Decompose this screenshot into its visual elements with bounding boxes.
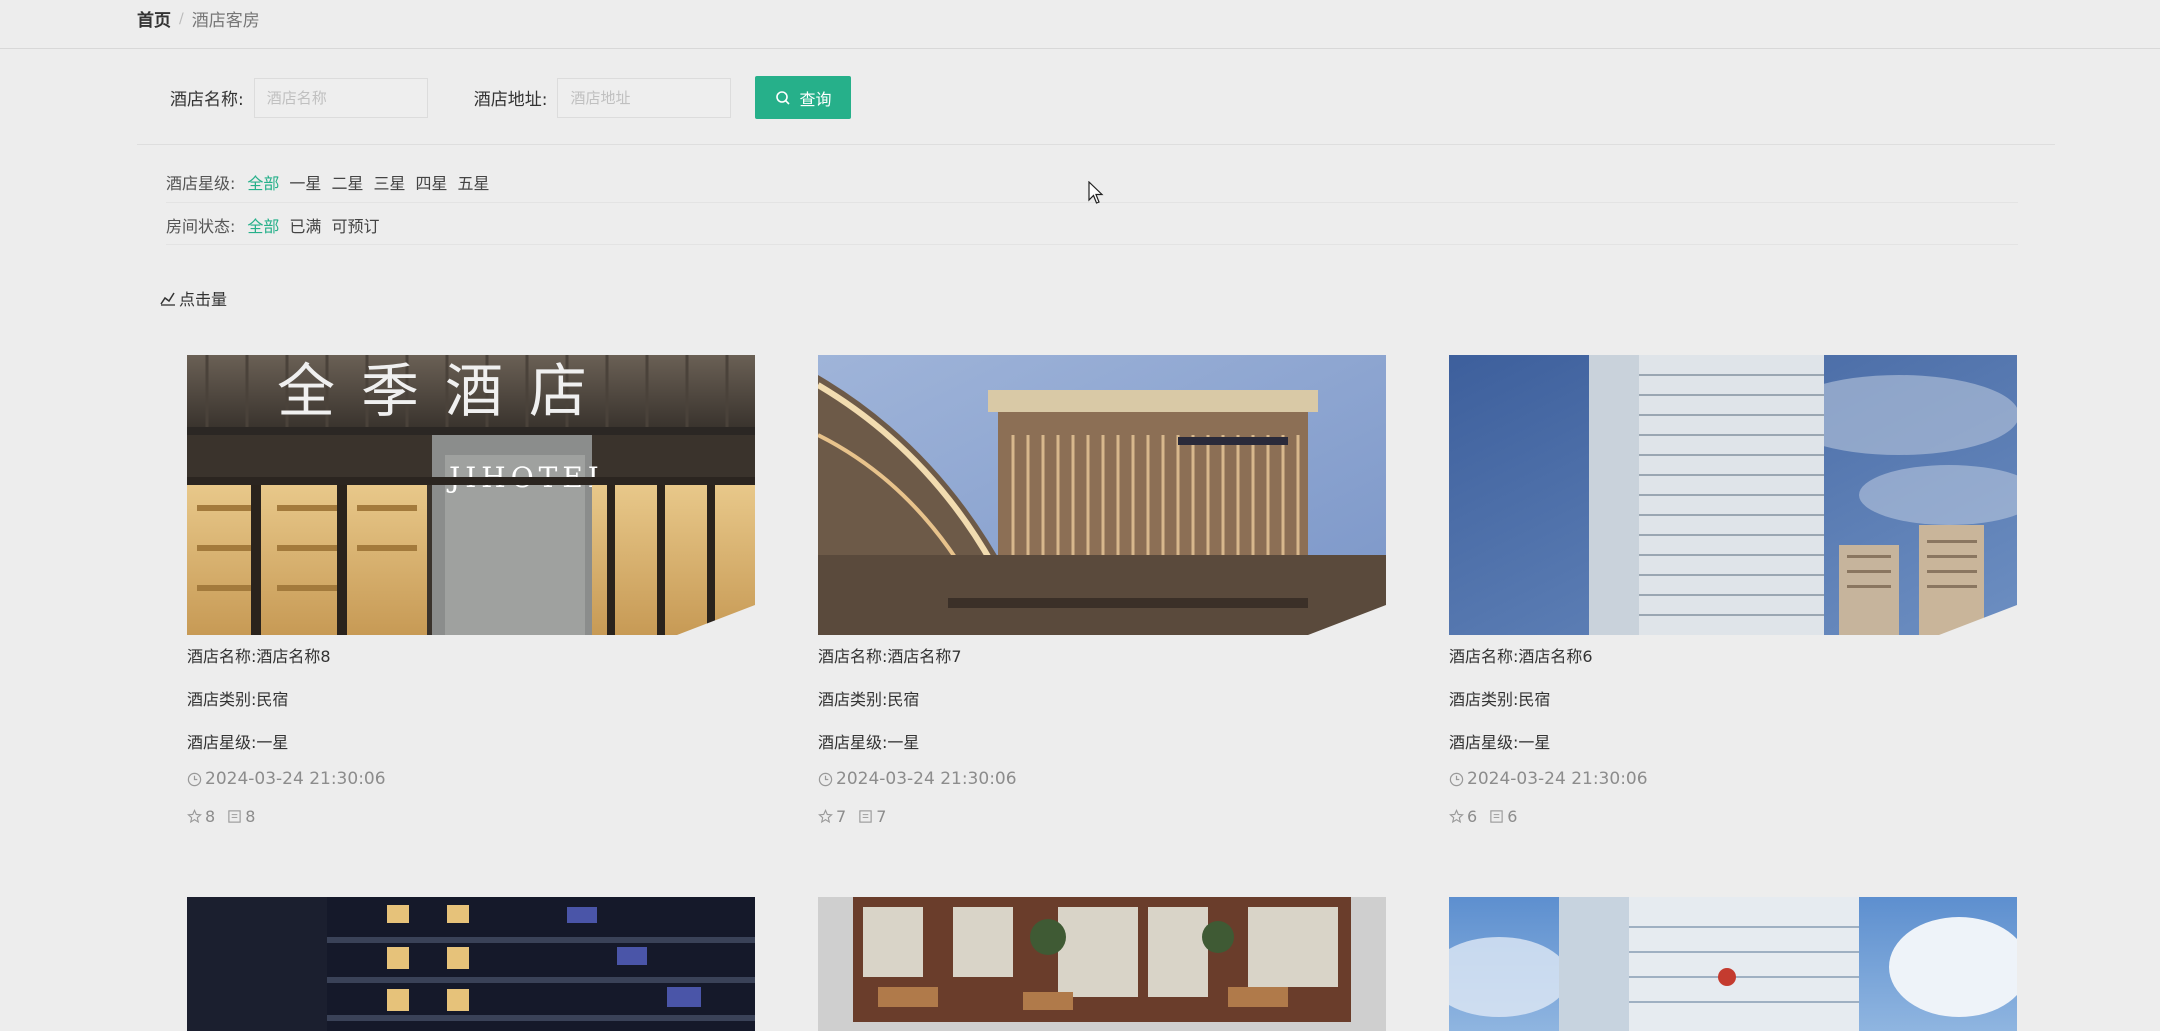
sort-label: 点击量 (179, 290, 228, 309)
header-divider (0, 48, 2160, 49)
clock-icon (1449, 772, 1464, 787)
publish-date: 2024-03-24 21:30:06 (818, 769, 1017, 789)
sort-by-clicks[interactable]: 点击量 (160, 286, 227, 310)
star-filter-label: 酒店星级: (166, 174, 236, 193)
comment-icon (1489, 809, 1504, 824)
card-stats: 7 7 (818, 807, 898, 826)
hotel-card[interactable]: 酒店名称:酒店名称7 酒店类别:民宿 酒店星级:一星 2024-03-24 21… (818, 355, 1386, 826)
mouse-cursor-icon (1088, 180, 1104, 209)
star-option-2[interactable]: 二星 (331, 170, 363, 194)
search-divider (137, 144, 2055, 145)
publish-date-text: 2024-03-24 21:30:06 (205, 769, 386, 789)
clock-icon (187, 772, 202, 787)
hotel-card[interactable]: 酒店名称:酒店名称6 酒店类别:民宿 酒店星级:一星 2024-03-24 21… (1449, 355, 2017, 826)
publish-date-text: 2024-03-24 21:30:06 (836, 769, 1017, 789)
hotel-address-input[interactable] (557, 77, 732, 118)
hotel-image[interactable] (1449, 355, 2017, 635)
status-option-full[interactable]: 已满 (289, 213, 321, 237)
hotel-name: 酒店名称:酒店名称8 (187, 647, 331, 666)
comment-count: 6 (1507, 807, 1518, 826)
star-option-5[interactable]: 五星 (457, 170, 489, 194)
star-option-4[interactable]: 四星 (415, 170, 447, 194)
search-button[interactable]: 查询 (755, 76, 852, 119)
hotel-image[interactable] (818, 897, 1386, 1031)
hotel-name: 酒店名称:酒店名称7 (818, 647, 962, 666)
publish-date: 2024-03-24 21:30:06 (187, 769, 386, 789)
publish-date-text: 2024-03-24 21:30:06 (1467, 769, 1648, 789)
filter-divider (166, 244, 2018, 245)
card-stats: 6 6 (1449, 807, 1529, 826)
star-icon (187, 809, 202, 824)
hotel-type: 酒店类别:民宿 (1449, 690, 1551, 709)
hotel-image[interactable] (1449, 897, 2017, 1031)
search-bar: 酒店名称: 酒店地址: 查询 (170, 76, 852, 119)
breadcrumb-home[interactable]: 首页 (137, 6, 171, 31)
status-option-available[interactable]: 可预订 (331, 213, 379, 237)
publish-date: 2024-03-24 21:30:06 (1449, 769, 1648, 789)
hotel-type: 酒店类别:民宿 (187, 690, 289, 709)
hotel-card[interactable]: 全季酒店 JIHOTEL 酒店名称:酒店名称8 酒店类别:民宿 酒店星级:一星 … (187, 355, 755, 826)
hotel-card[interactable] (187, 897, 755, 1031)
search-button-label: 查询 (799, 89, 832, 109)
like-count: 8 (205, 807, 216, 826)
like-count: 6 (1467, 807, 1478, 826)
comment-count: 7 (876, 807, 887, 826)
comment-icon (227, 809, 242, 824)
search-icon (775, 90, 791, 106)
hotel-star: 酒店星级:一星 (818, 733, 920, 752)
status-filter: 房间状态: 全部 已满 可预订 (166, 213, 389, 237)
status-option-all[interactable]: 全部 (247, 213, 279, 237)
card-stats: 8 8 (187, 807, 267, 826)
star-option-all[interactable]: 全部 (247, 170, 279, 194)
star-option-1[interactable]: 一星 (289, 170, 321, 194)
hotel-card[interactable] (1449, 897, 2017, 1031)
chart-icon (160, 290, 176, 306)
hotel-name-label: 酒店名称: (170, 90, 244, 110)
hotel-type: 酒店类别:民宿 (818, 690, 920, 709)
star-option-3[interactable]: 三星 (373, 170, 405, 194)
sign-chinese: 全季酒店 (277, 357, 613, 425)
star-filter: 酒店星级: 全部 一星 二星 三星 四星 五星 (166, 170, 500, 194)
clock-icon (818, 772, 833, 787)
breadcrumb-separator: / (179, 10, 184, 27)
hotel-star: 酒店星级:一星 (187, 733, 289, 752)
comment-count: 8 (245, 807, 256, 826)
hotel-card[interactable] (818, 897, 1386, 1031)
hotel-name: 酒店名称:酒店名称6 (1449, 647, 1593, 666)
breadcrumb-current: 酒店客房 (191, 11, 260, 31)
status-filter-label: 房间状态: (166, 217, 236, 236)
hotel-image[interactable] (818, 355, 1386, 635)
comment-icon (858, 809, 873, 824)
like-count: 7 (836, 807, 847, 826)
star-icon (818, 809, 833, 824)
hotel-image[interactable] (187, 897, 755, 1031)
hotel-name-input[interactable] (253, 77, 428, 118)
hotel-image[interactable]: 全季酒店 JIHOTEL (187, 355, 755, 635)
hotel-address-label: 酒店地址: (473, 90, 548, 110)
breadcrumb: 首页 / 酒店客房 (137, 6, 260, 32)
hotel-star: 酒店星级:一星 (1449, 733, 1551, 752)
hotel-rooms-page: 首页 / 酒店客房 酒店名称: 酒店地址: 查询 酒店星级: 全部 一星 二星 … (0, 0, 2160, 1031)
star-icon (1449, 809, 1464, 824)
